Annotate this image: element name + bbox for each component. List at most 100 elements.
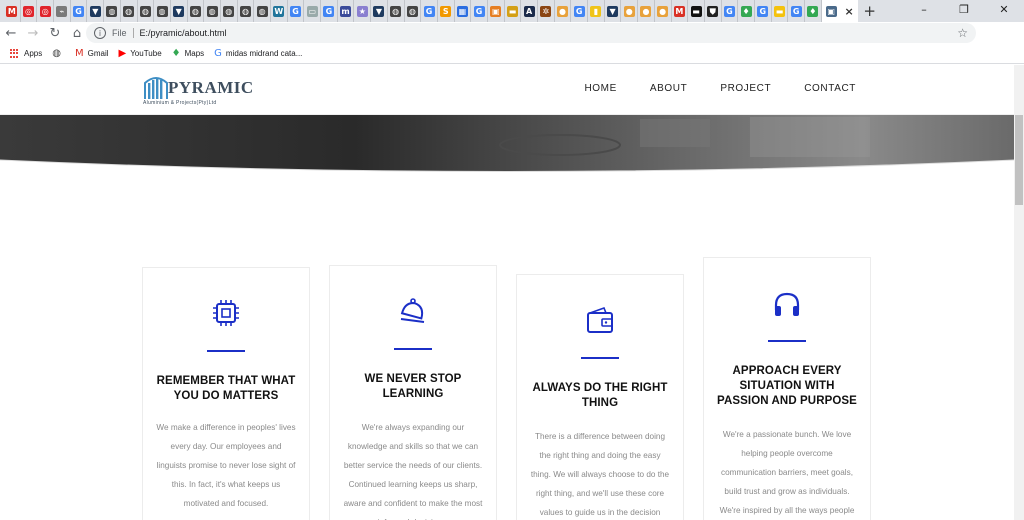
browser-tab[interactable]: ◍	[138, 0, 155, 22]
paw-icon: ✲	[540, 5, 552, 17]
tab-strip: M ◎ ◎ ⌁ G ▼ ◍ ◍ ◍ ◍ ▼ ◍ ◍ ◍ ◍ ◍ W G ▭ Gm ★ ▼ ◍ ◍ G S ▦ G ▣ ▬ A ✲ ● G ▮ ▼ ● ● ●…	[0, 0, 1024, 22]
browser-tab[interactable]: G	[71, 0, 88, 22]
orange-circle-icon: ●	[640, 5, 652, 17]
bookmark-label: midas midrand cata...	[225, 49, 303, 58]
bookmark-label: YouTube	[130, 49, 162, 58]
browser-tab[interactable]: G	[755, 0, 772, 22]
scrollbar-thumb[interactable]	[1015, 115, 1023, 205]
nav-about[interactable]: ABOUT	[650, 83, 687, 94]
browser-tab[interactable]: m	[338, 0, 355, 22]
minimize-icon[interactable]: –	[904, 0, 944, 22]
browser-tab[interactable]: ◎	[21, 0, 38, 22]
bookmark-item[interactable]: M Gmail	[75, 48, 109, 59]
browser-tab[interactable]: ◍	[254, 0, 271, 22]
browser-tab[interactable]: ●	[555, 0, 572, 22]
browser-tab[interactable]: ▼	[171, 0, 188, 22]
card-title: ALWAYS DO THE RIGHT THING	[532, 382, 668, 409]
divider	[132, 28, 134, 38]
browser-tab[interactable]: ▼	[605, 0, 622, 22]
browser-tab[interactable]: ◍	[154, 0, 171, 22]
reload-icon[interactable]: ↻	[44, 26, 66, 41]
bookmark-item[interactable]: ◍	[52, 48, 65, 59]
browser-tab[interactable]: ◍	[388, 0, 405, 22]
browser-tab[interactable]: ▮	[588, 0, 605, 22]
forward-icon[interactable]: →	[22, 26, 44, 41]
bell-icon	[400, 298, 425, 323]
address-bar[interactable]: i File E:/pyramic/about.html ☆	[86, 23, 976, 43]
active-tab[interactable]: ▣ ×	[821, 0, 858, 22]
bookmarks-bar: Apps ◍ M Gmail ▶ YouTube ♦ Maps Gmidas midrand c…	[0, 44, 1024, 64]
back-icon[interactable]: ←	[0, 26, 22, 41]
card-text: We make a difference in peoples' lives e…	[156, 423, 296, 508]
browser-tab[interactable]: G	[321, 0, 338, 22]
browser-tab[interactable]: ⛊	[705, 0, 722, 22]
browser-tab[interactable]: ▬	[688, 0, 705, 22]
browser-tab[interactable]: G	[722, 0, 739, 22]
bookmark-item[interactable]: Apps	[10, 48, 42, 59]
browser-tab[interactable]: ♦	[738, 0, 755, 22]
browser-tab[interactable]: G	[471, 0, 488, 22]
site-logo[interactable]: PYRAMIC Aluminium & Projects(Pty)Ltd	[143, 71, 253, 107]
close-icon[interactable]: ✕	[984, 0, 1024, 22]
bookmark-star-icon[interactable]: ☆	[957, 26, 968, 40]
bookmark-icon: ▼	[607, 5, 619, 17]
browser-tab[interactable]: ▼	[371, 0, 388, 22]
browser-tab[interactable]: ◍	[104, 0, 121, 22]
values-cards: REMEMBER THAT WHAT YOU DO MATTERS We mak…	[0, 65, 1014, 520]
opera-icon: ◎	[39, 5, 51, 17]
browser-tab[interactable]: ✲	[538, 0, 555, 22]
orange-circle-icon: ●	[623, 5, 635, 17]
browser-tab[interactable]: G	[571, 0, 589, 22]
page-scrollbar[interactable]	[1014, 65, 1024, 520]
google-icon: G	[473, 5, 485, 17]
browser-tab[interactable]: A	[521, 0, 538, 22]
browser-tab[interactable]: W	[271, 0, 288, 22]
browser-tab[interactable]: G	[288, 0, 305, 22]
browser-tab[interactable]: ◍	[188, 0, 205, 22]
browser-tab[interactable]: ◎	[37, 0, 55, 22]
browser-tab[interactable]: ▦	[455, 0, 472, 22]
web-page: PYRAMIC Aluminium & Projects(Pty)Ltd HOM…	[0, 65, 1024, 520]
browser-tab[interactable]: ▬	[505, 0, 522, 22]
browser-tab[interactable]: G	[788, 0, 805, 22]
browser-tab[interactable]: ▼	[87, 0, 105, 22]
gmail-icon: M	[673, 5, 685, 17]
browser-tab[interactable]: ♦	[805, 0, 822, 22]
google-icon: G	[757, 5, 769, 17]
restore-icon[interactable]: ❐	[944, 0, 984, 22]
browser-tab[interactable]: M	[4, 0, 21, 22]
browser-tab[interactable]: ●	[638, 0, 655, 22]
browser-tab[interactable]: ▣	[488, 0, 505, 22]
browser-tab[interactable]: M	[672, 0, 689, 22]
browser-tab[interactable]: ●	[655, 0, 672, 22]
card-text: There is a difference between doing the …	[530, 432, 670, 517]
bookmark-item[interactable]: Gmidas midrand cata...	[214, 48, 302, 59]
browser-tab[interactable]: ▬	[772, 0, 789, 22]
bookmark-item[interactable]: ♦ Maps	[172, 48, 205, 59]
browser-tab[interactable]: ◍	[121, 0, 138, 22]
browser-tab[interactable]: ▭	[304, 0, 322, 22]
browser-tab[interactable]: ◍	[405, 0, 422, 22]
card-title: APPROACH EVERY SITUATION WITH PASSION AN…	[717, 365, 857, 407]
nav-project[interactable]: PROJECT	[720, 83, 771, 94]
browser-tab[interactable]: S	[438, 0, 455, 22]
url-scheme-label: File	[112, 28, 127, 38]
tab-close-icon[interactable]: ×	[844, 5, 853, 18]
home-icon[interactable]: ⌂	[66, 26, 88, 41]
bag-icon: ▮	[590, 5, 602, 17]
browser-tab[interactable]: ⌁	[54, 0, 71, 22]
browser-tab[interactable]: ◍	[238, 0, 255, 22]
bookmark-item[interactable]: ▶ YouTube	[119, 48, 162, 59]
url-text[interactable]: E:/pyramic/about.html	[140, 28, 227, 38]
nav-contact[interactable]: CONTACT	[804, 83, 856, 94]
browser-tab[interactable]: ◍	[221, 0, 238, 22]
nav-home[interactable]: HOME	[584, 83, 616, 94]
browser-tab[interactable]: ●	[621, 0, 639, 22]
browser-tab[interactable]: G	[421, 0, 438, 22]
info-icon[interactable]: i	[94, 27, 106, 39]
new-tab-button[interactable]: +	[858, 2, 882, 20]
yellow-icon: ▬	[773, 5, 785, 17]
google-icon: G	[723, 5, 735, 17]
browser-tab[interactable]: ★	[354, 0, 372, 22]
browser-tab[interactable]: ◍	[204, 0, 221, 22]
